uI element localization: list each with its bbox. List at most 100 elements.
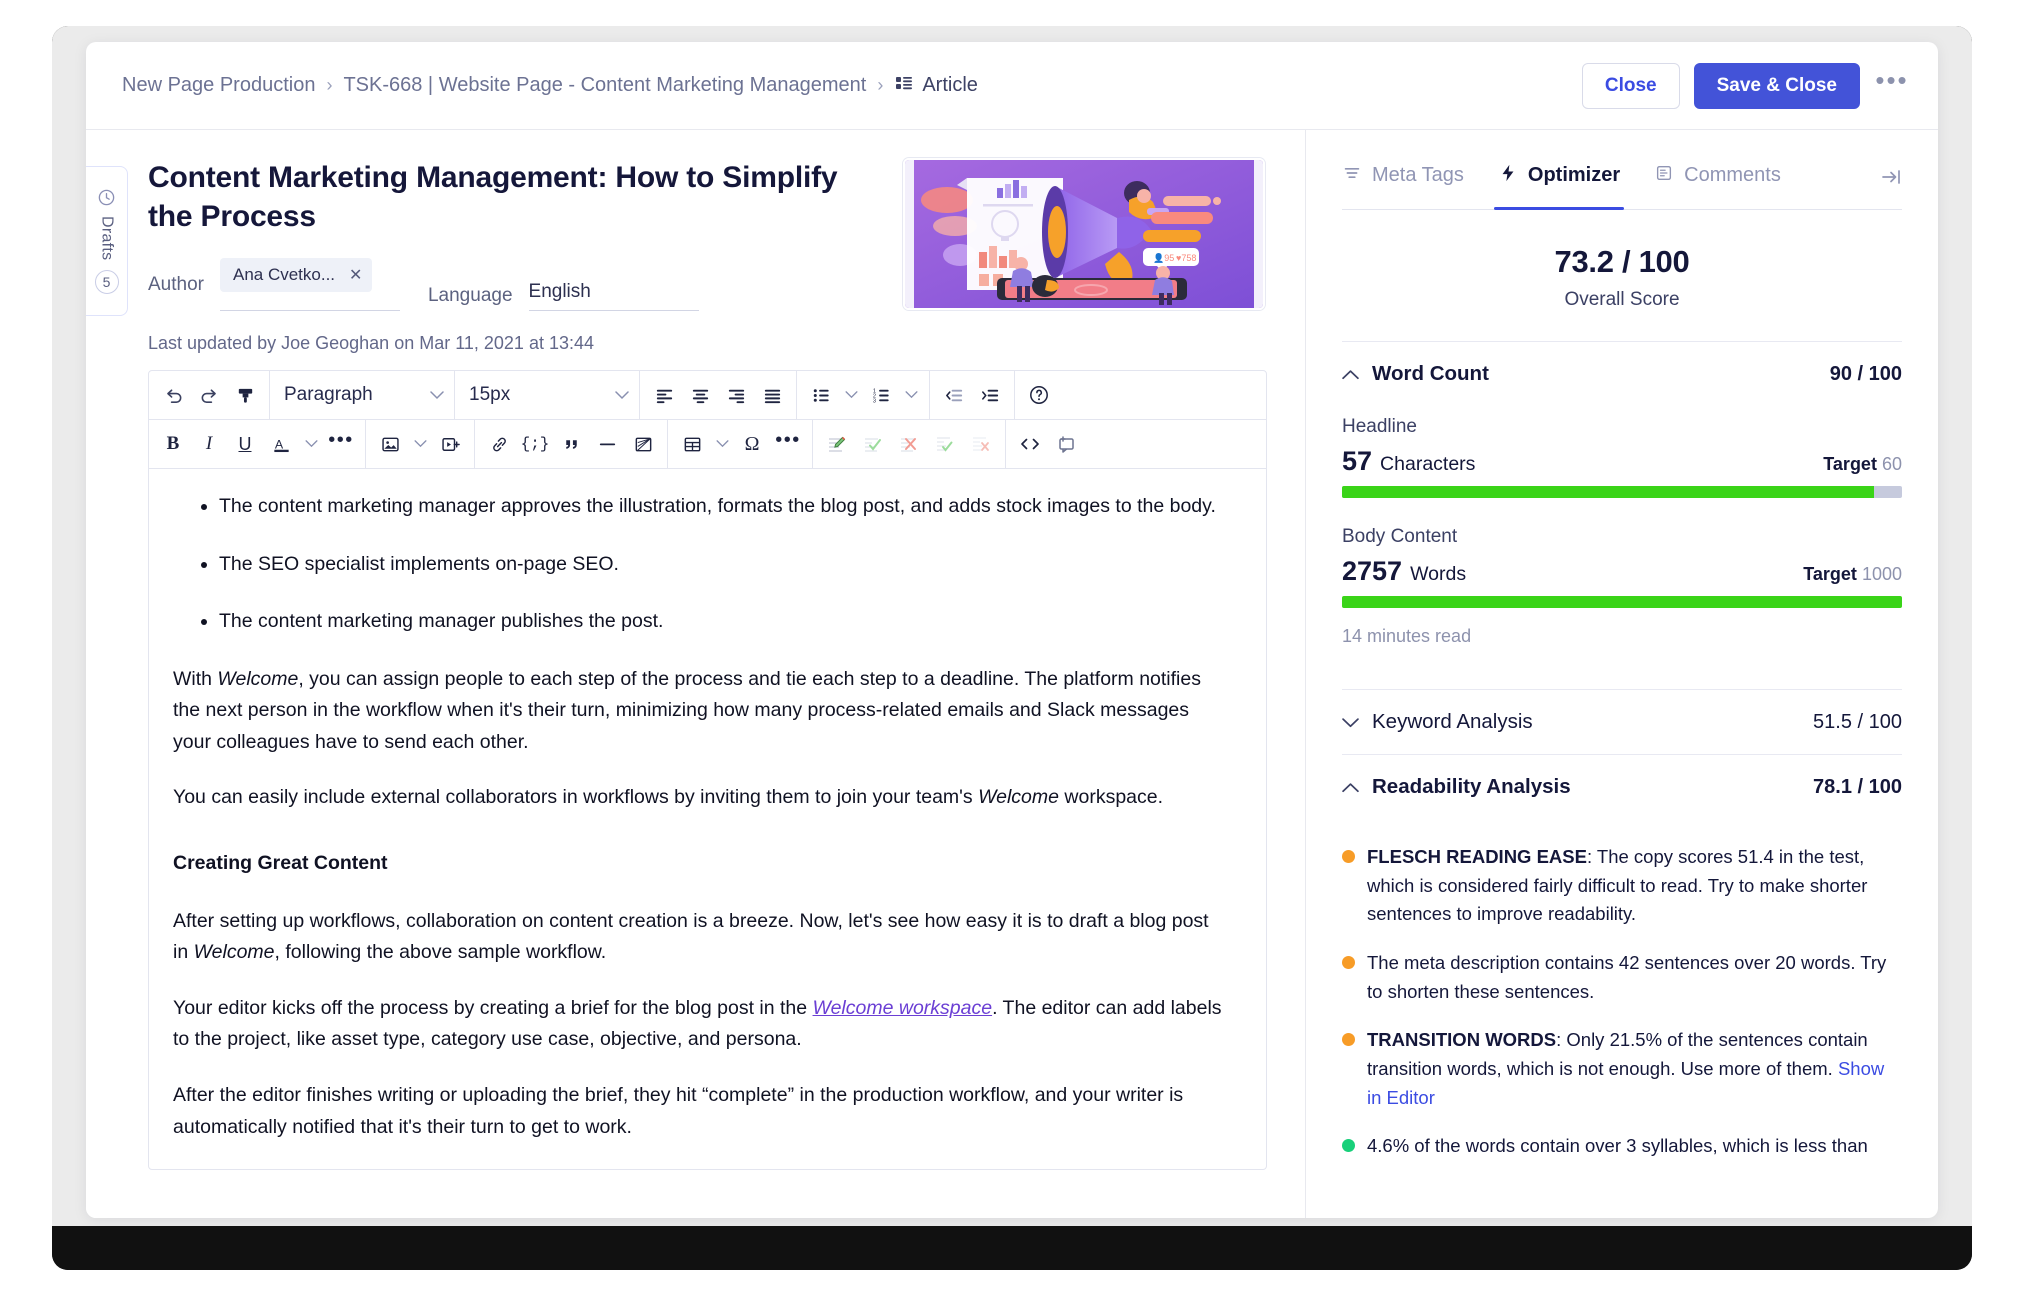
accept-all-changes-icon[interactable] [928, 427, 962, 461]
tab-comments-label: Comments [1684, 164, 1781, 186]
paragraph-style-select[interactable]: Paragraph [270, 371, 455, 419]
list-item: The content marketing manager approves t… [219, 491, 1226, 523]
paragraph-1-b: , you can assign people to each step of … [173, 667, 1201, 753]
more-insert-icon[interactable]: ••• [771, 427, 805, 461]
breadcrumb-item-task[interactable]: TSK-668 | Website Page - Content Marketi… [343, 74, 866, 97]
breadcrumb-separator: › [877, 75, 884, 95]
section-keyword-analysis: Keyword Analysis 51.5 / 100 [1342, 689, 1902, 754]
app-screen: New Page Production › TSK-668 | Website … [52, 26, 1972, 1226]
chevron-up-icon [1342, 782, 1372, 793]
tip-emphasis: FLESCH READING EASE [1367, 846, 1587, 867]
align-center-icon[interactable] [683, 378, 717, 412]
clock-icon [97, 188, 116, 207]
redo-icon[interactable] [192, 378, 226, 412]
insert-chart-icon[interactable] [626, 427, 660, 461]
reject-all-changes-icon[interactable] [964, 427, 998, 461]
collapse-panel-icon[interactable] [1880, 168, 1902, 186]
author-input[interactable]: Ana Cvetko... ✕ [219, 258, 400, 311]
align-left-icon[interactable] [647, 378, 681, 412]
italic-icon[interactable]: I [192, 427, 226, 461]
article-title[interactable]: Content Marketing Management: How to Sim… [148, 158, 878, 236]
undo-icon[interactable] [156, 378, 190, 412]
status-dot-icon [1342, 850, 1355, 863]
status-dot-icon [1342, 1033, 1355, 1047]
reject-change-icon[interactable] [892, 427, 926, 461]
breadcrumb-item-article[interactable]: Article [894, 73, 978, 99]
numbered-list-icon[interactable]: 123 [864, 378, 898, 412]
tip-text: 4.6% of the words contain over 3 syllabl… [1367, 1132, 1868, 1161]
section-readability-analysis-header[interactable]: Readability Analysis 78.1 / 100 [1342, 755, 1902, 819]
paragraph-3: After setting up workflows, collaboratio… [173, 906, 1226, 969]
format-painter-icon[interactable] [228, 378, 262, 412]
blockquote-icon[interactable] [554, 427, 588, 461]
comments-icon [1654, 163, 1674, 189]
tab-optimizer[interactable]: Optimizer [1493, 144, 1625, 210]
tab-meta-tags[interactable]: Meta Tags [1342, 144, 1464, 209]
section-readability-analysis-title: Readability Analysis [1372, 775, 1571, 798]
more-text-format-icon[interactable]: ••• [324, 427, 358, 461]
section-word-count-header[interactable]: Word Count 90 / 100 [1342, 342, 1902, 406]
bold-icon[interactable]: B [156, 427, 190, 461]
welcome-workspace-link[interactable]: Welcome workspace [813, 997, 993, 1019]
source-code-icon[interactable] [1013, 427, 1047, 461]
paragraph-2-em: Welcome [978, 786, 1059, 809]
paragraph-1-em: Welcome [217, 667, 299, 690]
headline-progress-bar [1342, 486, 1902, 498]
paragraph-style-value: Paragraph [284, 384, 373, 405]
chevron-down-icon[interactable] [409, 440, 431, 448]
close-icon[interactable]: ✕ [349, 265, 362, 285]
language-field-group: Language English [428, 281, 699, 311]
alignment-group [640, 371, 797, 419]
chevron-down-icon[interactable] [711, 440, 733, 448]
drafts-rail-tab[interactable]: Drafts 5 [86, 166, 128, 316]
insert-code-icon[interactable]: {;} [518, 427, 552, 461]
horizontal-rule-icon[interactable] [590, 427, 624, 461]
save-and-close-button[interactable]: Save & Close [1693, 62, 1860, 109]
align-right-icon[interactable] [719, 378, 753, 412]
more-menu-button[interactable]: ••• [1874, 65, 1910, 104]
bolt-icon [1498, 163, 1518, 189]
section-keyword-analysis-header[interactable]: Keyword Analysis 51.5 / 100 [1342, 690, 1902, 754]
headline-metric-unit: Characters [1380, 453, 1476, 475]
insert-link-icon[interactable] [482, 427, 516, 461]
author-chip[interactable]: Ana Cvetko... ✕ [219, 258, 373, 292]
comment-icon[interactable] [1049, 427, 1083, 461]
close-button[interactable]: Close [1581, 62, 1680, 109]
chevron-down-icon[interactable] [300, 440, 322, 448]
section-keyword-analysis-title: Keyword Analysis [1372, 710, 1533, 733]
body-metric-unit: Words [1410, 563, 1467, 585]
font-size-value: 15px [469, 384, 511, 405]
special-character-icon[interactable]: Ω [735, 427, 769, 461]
insert-group: {;} [475, 420, 668, 468]
tab-optimizer-label: Optimizer [1527, 164, 1621, 186]
breadcrumb-item-project[interactable]: New Page Production [122, 74, 315, 97]
indent-group [930, 371, 1015, 419]
bulleted-list-icon[interactable] [804, 378, 838, 412]
svg-text:3: 3 [872, 398, 875, 404]
underline-icon[interactable]: U [228, 427, 262, 461]
insert-media-icon[interactable] [433, 427, 467, 461]
featured-image-thumbnail[interactable]: 👤95 ♥758 [903, 158, 1265, 310]
insert-table-icon[interactable] [675, 427, 709, 461]
section-readability-analysis: Readability Analysis 78.1 / 100 FLESCH R… [1342, 754, 1902, 1161]
paragraph-1: With Welcome, you can assign people to e… [173, 664, 1226, 759]
accept-change-icon[interactable] [856, 427, 890, 461]
tab-comments[interactable]: Comments [1654, 144, 1781, 209]
language-input[interactable]: English [528, 281, 699, 311]
paragraph-5: After the editor finishes writing or upl… [173, 1083, 1184, 1138]
chevron-down-icon[interactable] [840, 391, 862, 399]
outdent-icon[interactable] [937, 378, 971, 412]
insert-image-icon[interactable] [373, 427, 407, 461]
text-color-icon[interactable]: A [264, 427, 298, 461]
tip-emphasis: TRANSITION WORDS [1367, 1029, 1557, 1051]
help-group [1015, 371, 1266, 419]
section-word-count-score: 90 / 100 [1829, 362, 1902, 385]
align-justify-icon[interactable] [755, 378, 789, 412]
body-metric-row: 2757 Words Target 1000 [1342, 556, 1902, 587]
editor-content-area[interactable]: The content marketing manager approves t… [149, 469, 1266, 1169]
font-size-select[interactable]: 15px [455, 371, 640, 419]
track-changes-icon[interactable] [820, 427, 854, 461]
help-icon[interactable] [1022, 378, 1056, 412]
chevron-down-icon[interactable] [900, 391, 922, 399]
indent-icon[interactable] [973, 378, 1007, 412]
